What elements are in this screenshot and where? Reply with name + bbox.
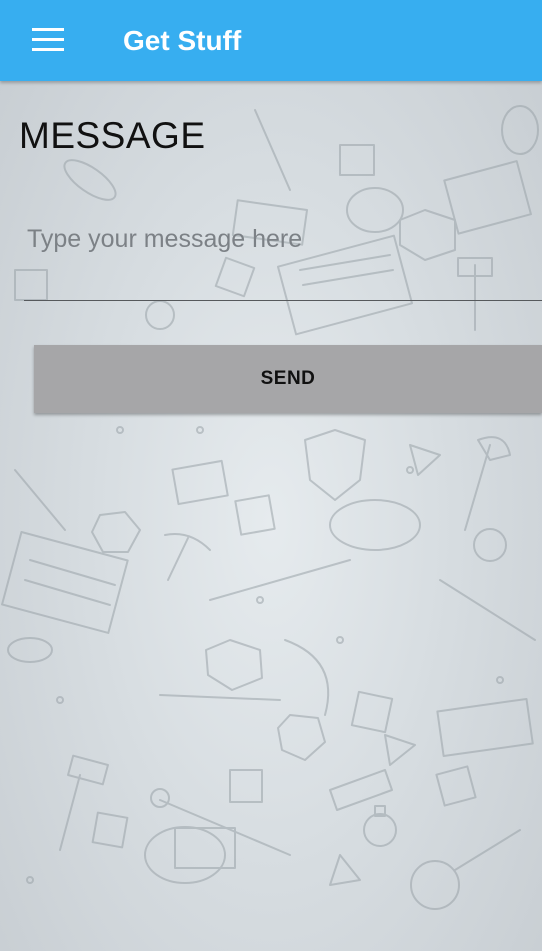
send-button[interactable]: SEND [34,345,542,413]
message-heading: MESSAGE [19,115,206,156]
app-title: Get Stuff [123,25,242,56]
app-screen: Get Stuff MESSAGE SEND [0,0,542,951]
hamburger-menu-icon[interactable] [32,28,64,52]
send-button-label: SEND [260,368,316,389]
app-bar: Get Stuff [0,0,542,81]
input-underline [24,300,542,301]
message-input[interactable] [24,216,542,262]
